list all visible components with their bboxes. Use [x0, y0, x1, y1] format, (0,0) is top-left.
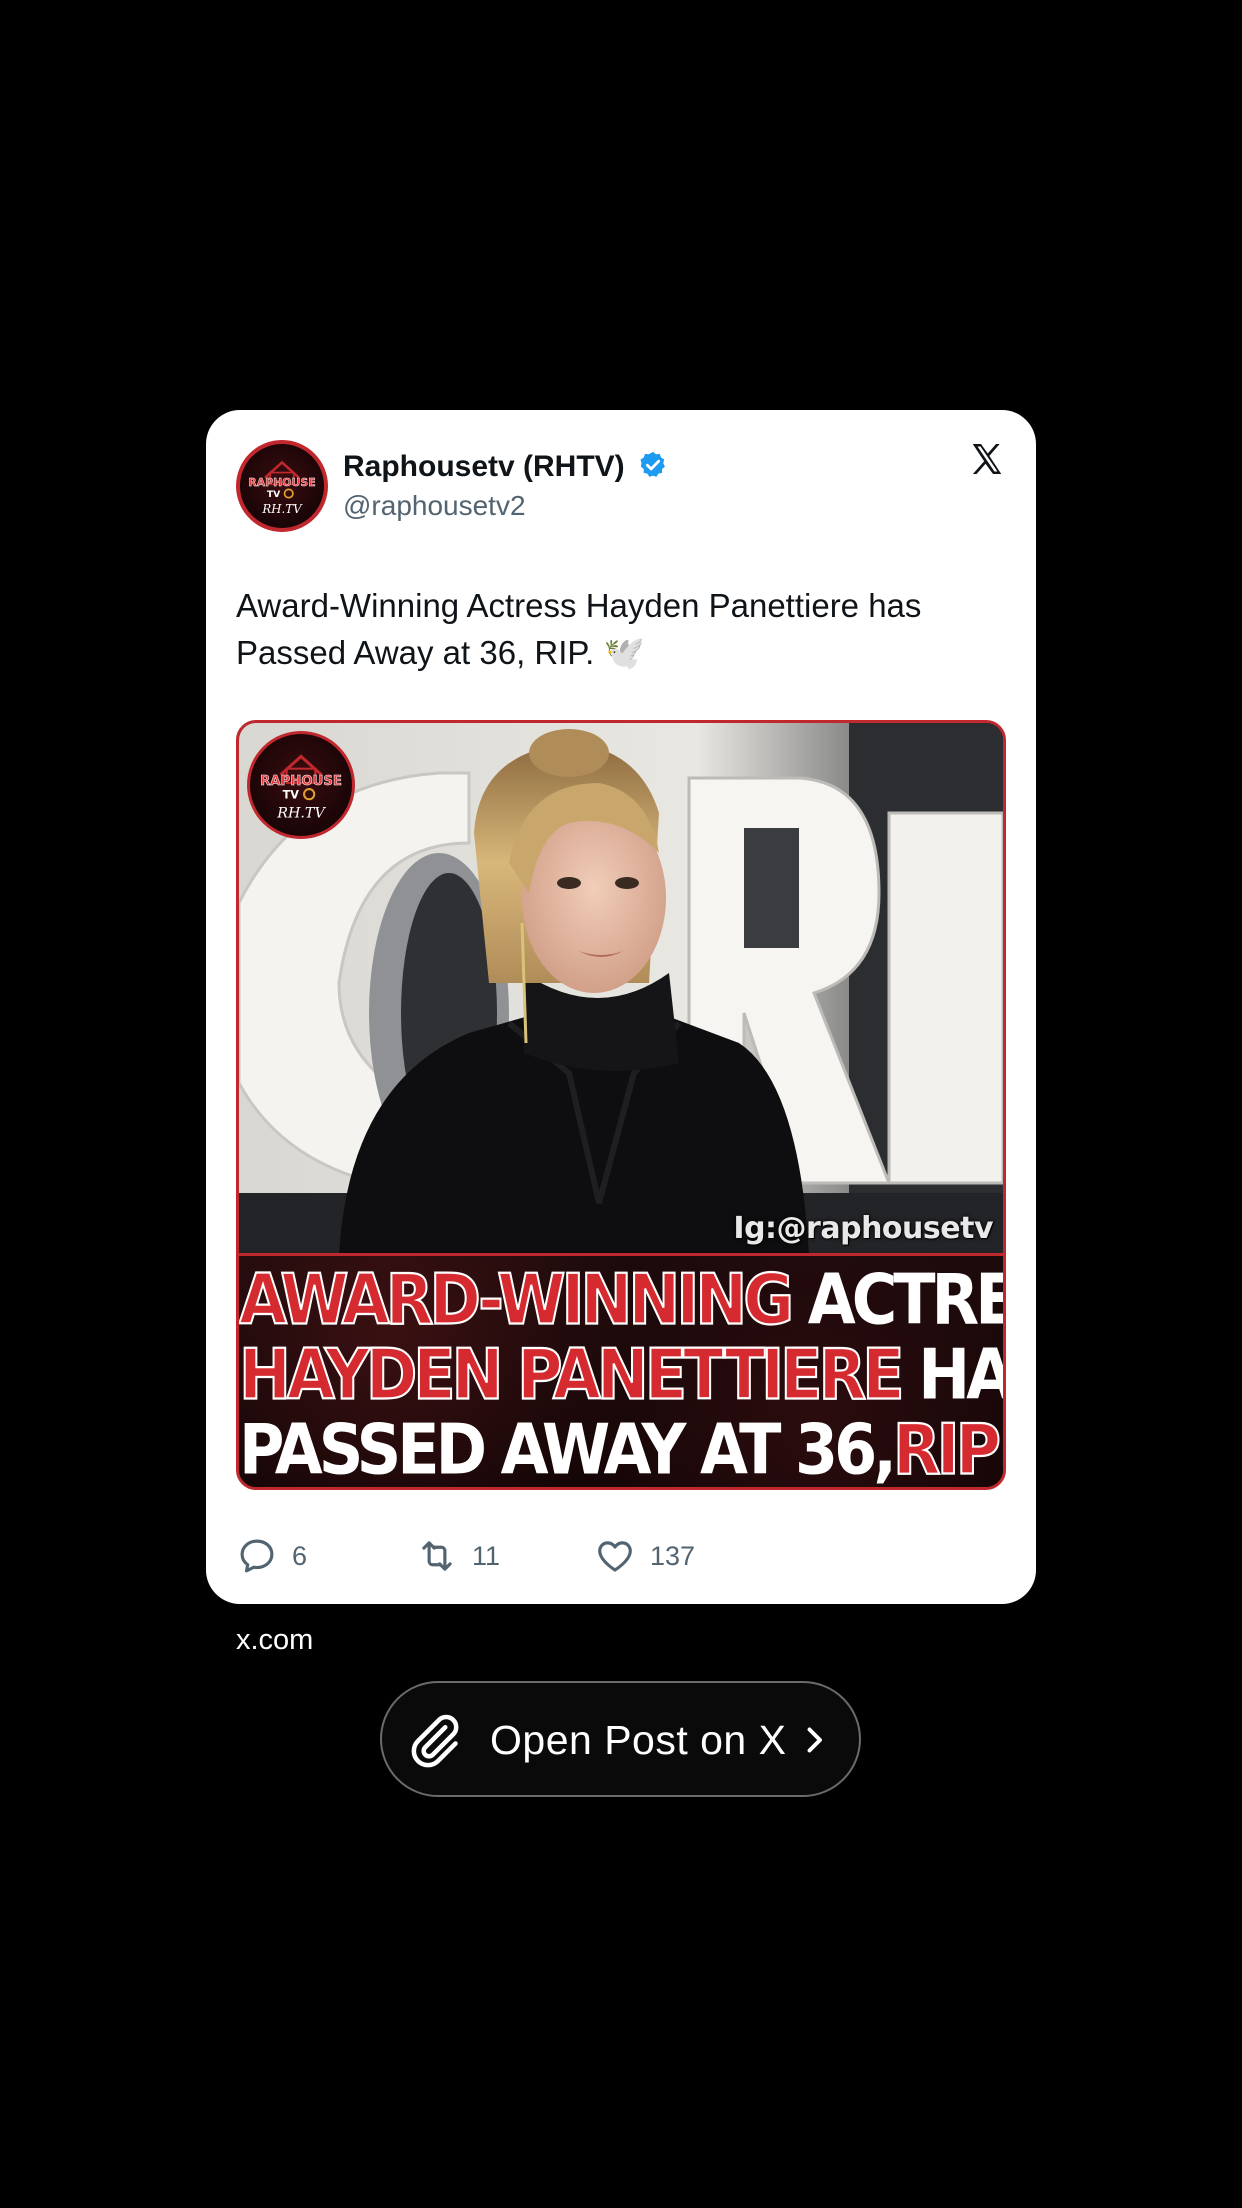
like-count: 137 — [650, 1540, 696, 1571]
heart-icon — [598, 1541, 632, 1572]
media-logo-mid: TV — [283, 788, 300, 801]
media-logo: RAPHOUSE TV RH.TV — [247, 731, 355, 839]
headline-red-1: AWARD-WINNING — [239, 1258, 795, 1341]
headline-line-1: AWARD-WINNING ACTRESS — [239, 1258, 1006, 1341]
repost-count: 11 — [472, 1540, 501, 1571]
repost-icon — [422, 1541, 452, 1571]
verified-badge-icon — [640, 451, 665, 477]
x-logo-icon[interactable] — [968, 440, 1006, 478]
avatar-logo-mid: TV — [267, 489, 281, 500]
author-handle[interactable]: @raphousetv2 — [343, 490, 526, 522]
chevron-right-icon — [807, 1727, 822, 1753]
actress-photo — [239, 723, 1003, 1255]
raphouse-logo-icon: RAPHOUSE TV RH.TV — [260, 754, 342, 822]
paperclip-icon — [411, 1714, 459, 1768]
headline-white-1: ACTRESS — [807, 1258, 1006, 1341]
source-domain: x.com — [236, 1624, 314, 1656]
reply-icon — [240, 1539, 274, 1573]
open-post-button[interactable]: Open Post on X — [380, 1681, 861, 1797]
reply-count: 6 — [292, 1540, 308, 1571]
headline-banner: AWARD-WINNING ACTRESS HAYDEN PANETTIERE … — [239, 1253, 1003, 1487]
tweet-text: Award-Winning Actress Hayden Panettiere … — [236, 587, 922, 671]
avatar-logo-bottom: RH.TV — [261, 502, 303, 516]
raphouse-logo-icon: RAPHOUSE TV RH.TV — [248, 460, 316, 516]
tweet-card[interactable]: RAPHOUSE TV RH.TV Raphousetv (RHTV) @rap… — [206, 410, 1036, 1604]
tweet-media-image[interactable]: RAPHOUSE TV RH.TV Ig:@raphousetv AWARD-W… — [236, 720, 1006, 1490]
repost-button[interactable]: 11 — [416, 1534, 500, 1578]
author-avatar[interactable]: RAPHOUSE TV RH.TV — [236, 440, 328, 532]
reply-button[interactable]: 6 — [236, 1534, 307, 1578]
headline-line-3: PASSED AWAY AT 36,RIP🙏🏾 — [239, 1408, 1003, 1490]
engagement-bar: 6 11 137 — [236, 1534, 1006, 1578]
praying-hands-emoji: 🙏🏾 — [997, 1421, 1003, 1487]
share-screen: RAPHOUSE TV RH.TV Raphousetv (RHTV) @rap… — [0, 0, 1242, 2208]
media-watermark: Ig:@raphousetv — [733, 1211, 993, 1246]
headline-white-3: PASSED AWAY AT 36, — [239, 1408, 897, 1490]
headline-red-3: RIP — [892, 1408, 1002, 1490]
headline-white-2: HAS — [918, 1333, 1006, 1416]
open-post-label: Open Post on X — [490, 1717, 787, 1763]
media-logo-top: RAPHOUSE — [260, 774, 342, 789]
author-name[interactable]: Raphousetv (RHTV) — [343, 450, 625, 484]
headline-red-2: HAYDEN PANETTIERE — [239, 1333, 906, 1416]
media-logo-bottom: RH.TV — [276, 806, 326, 822]
avatar-logo-top: RAPHOUSE — [248, 476, 315, 489]
headline-line-2: HAYDEN PANETTIERE HAS — [239, 1333, 1006, 1416]
like-button[interactable]: 137 — [594, 1534, 695, 1578]
